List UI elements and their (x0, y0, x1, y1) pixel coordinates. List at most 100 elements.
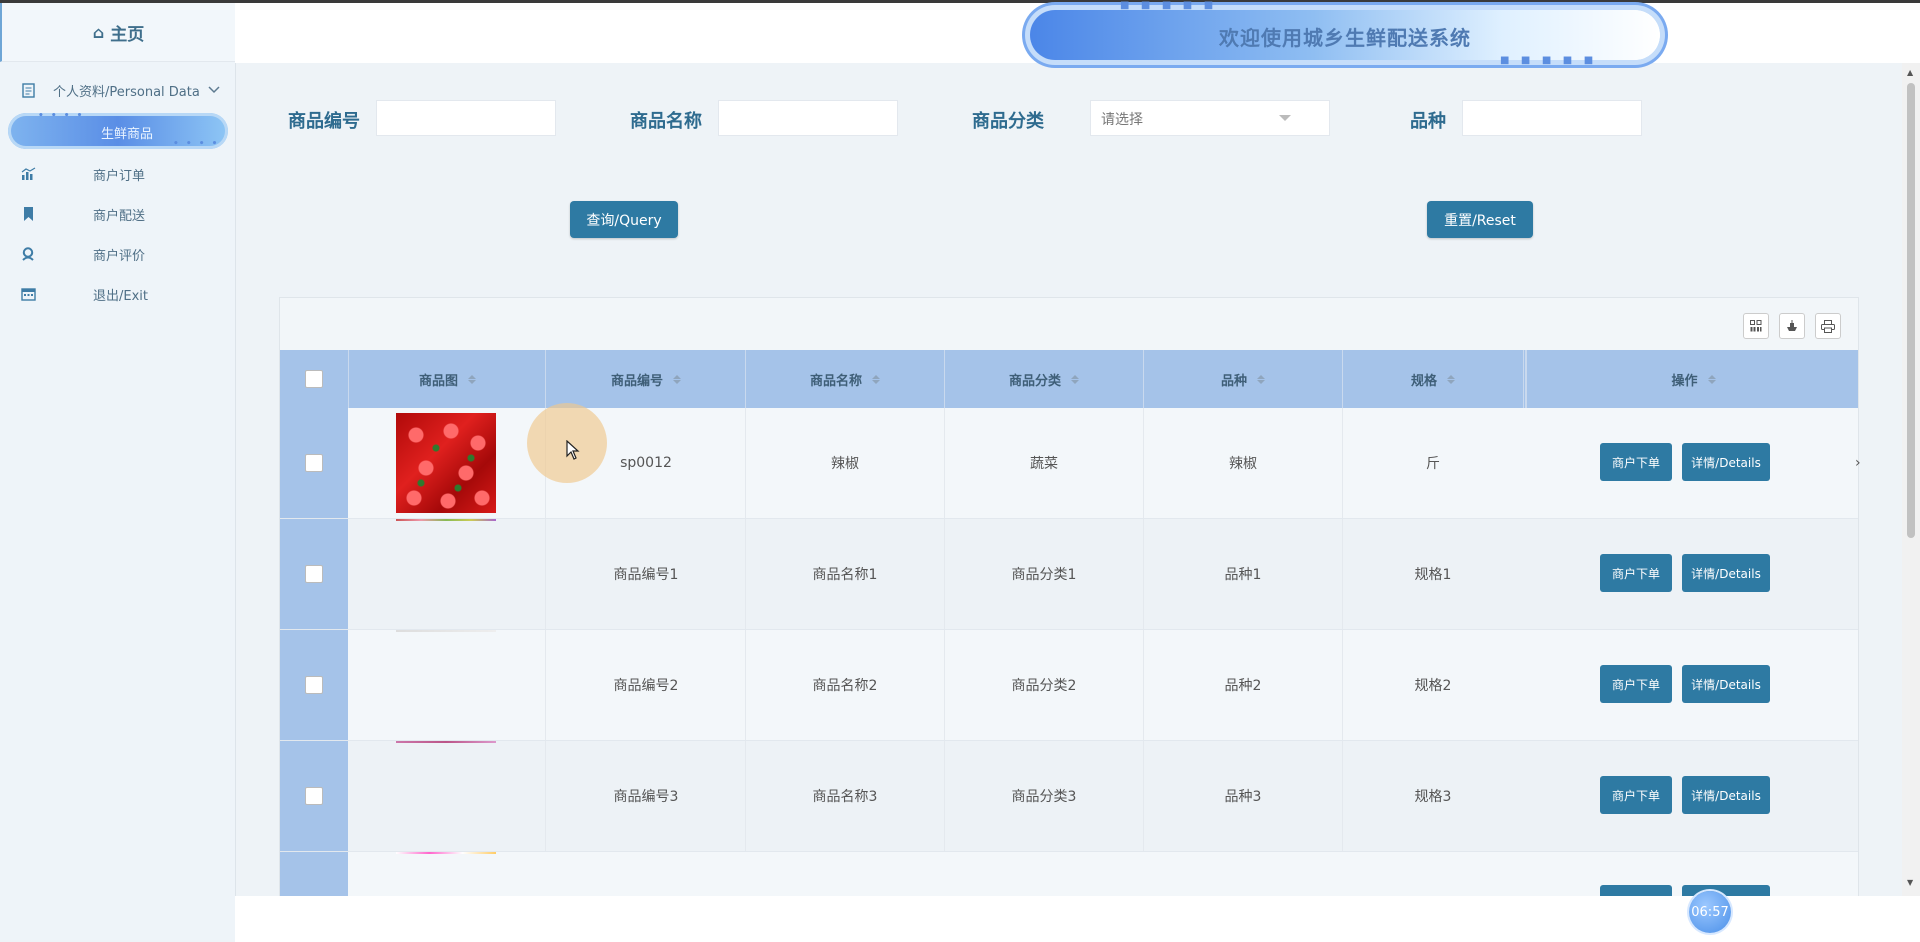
details-button[interactable]: 详情/Details (1682, 776, 1770, 814)
code-input[interactable] (376, 100, 556, 136)
product-image[interactable] (396, 852, 496, 854)
home-label: 主页 (110, 24, 145, 45)
sidebar-item-label: 个人资料/Personal Data (53, 84, 200, 100)
code-label: 商品编号 (288, 111, 360, 132)
sort-icon (1707, 374, 1716, 384)
sort-icon (1257, 374, 1265, 384)
row-checkbox[interactable] (305, 676, 323, 694)
sidebar-item-exit[interactable]: 退出/Exit (0, 277, 235, 311)
export-icon[interactable] (1779, 313, 1805, 339)
column-header-label: 商品编号 (610, 373, 663, 389)
column-header-category[interactable]: 商品分类 (945, 350, 1144, 408)
sidebar-item-label: 生鲜商品 (101, 127, 154, 142)
table-row[interactable]: 商品编号2 商品名称2 商品分类2 品种2 规格2 商户下单 详情/Detail… (280, 630, 1858, 741)
product-image-peppers[interactable] (396, 413, 496, 513)
sort-icon (468, 374, 476, 384)
column-header-label: 商品名称 (809, 373, 862, 389)
sidebar-item-merchant-reviews[interactable]: 商户评价 (0, 237, 235, 271)
column-header-code[interactable]: 商品编号 (547, 350, 746, 408)
order-button[interactable]: 商户下单 (1600, 776, 1672, 814)
variety-input[interactable] (1462, 100, 1642, 136)
user-badge-icon (20, 246, 36, 262)
category-select[interactable]: 请选择 (1090, 100, 1330, 136)
order-button[interactable]: 商户下单 (1600, 554, 1672, 592)
sort-icon (1071, 374, 1079, 384)
decorative-dots: ■ ■ ■ ■ ■ (1500, 55, 1598, 66)
column-header-name[interactable]: 商品名称 (746, 350, 945, 408)
product-variety: 品种2 (1224, 678, 1262, 694)
bookmark-icon (20, 206, 36, 222)
table-row[interactable] (280, 852, 1858, 898)
row-select-cell (280, 408, 348, 518)
sidebar-item-label: 退出/Exit (93, 288, 148, 304)
category-label: 商品分类 (972, 111, 1044, 132)
row-checkbox[interactable] (305, 787, 323, 805)
order-button[interactable]: 商户下单 (1600, 443, 1672, 481)
product-category: 商品分类1 (1011, 567, 1077, 583)
table-row[interactable]: 商品编号1 商品名称1 商品分类1 品种1 规格1 商户下单 详情/Detail… (280, 519, 1858, 630)
details-button[interactable]: 详情/Details (1682, 665, 1770, 703)
product-image[interactable] (396, 741, 496, 743)
product-name: 商品名称1 (812, 567, 878, 583)
clock-widget[interactable]: 06:57 (1689, 891, 1731, 933)
order-button[interactable]: 商户下单 (1600, 665, 1672, 703)
column-header-spec[interactable]: 规格 (1343, 350, 1524, 408)
sidebar-item-label: 商户评价 (93, 248, 146, 264)
product-category: 蔬菜 (1030, 456, 1058, 472)
goods-table: 商品图 商品编号 商品名称 商品分类 品种 规格 操作 sp0012 辣椒 蔬菜… (279, 297, 1859, 899)
scrollbar-thumb[interactable] (1907, 83, 1915, 538)
name-input[interactable] (718, 100, 898, 136)
scroll-up-icon[interactable]: ▲ (1907, 68, 1913, 77)
product-name: 商品名称2 (812, 678, 878, 694)
product-variety: 品种1 (1224, 567, 1262, 583)
product-variety: 辣椒 (1229, 456, 1257, 472)
product-code: 商品编号2 (613, 678, 679, 694)
sidebar-item-fresh-goods[interactable]: • • • • 生鲜商品 • • • • (8, 111, 228, 149)
select-all-cell (280, 350, 349, 408)
sidebar-item-merchant-orders[interactable]: 商户订单 (0, 157, 235, 191)
reset-button[interactable]: 重置/Reset (1427, 201, 1533, 238)
query-button[interactable]: 查询/Query (570, 201, 678, 238)
product-spec: 规格1 (1414, 567, 1452, 583)
title-banner: ■ ■ ■ ■ ■ 欢迎使用城乡生鲜配送系统 ■ ■ ■ ■ ■ (1030, 0, 1660, 66)
sort-icon (673, 374, 681, 384)
row-checkbox[interactable] (305, 454, 323, 472)
column-header-image[interactable]: 商品图 (350, 350, 546, 408)
dropdown-caret-icon (1279, 115, 1291, 121)
vertical-scrollbar[interactable]: ▲ ▼ (1902, 63, 1920, 896)
row-select-cell (280, 852, 348, 898)
home-link[interactable]: ⌂ 主页 (0, 3, 235, 62)
scroll-down-icon[interactable]: ▼ (1907, 878, 1913, 887)
details-button[interactable]: 详情/Details (1682, 554, 1770, 592)
details-button[interactable]: 详情/Details (1682, 443, 1770, 481)
sidebar: ⌂ 主页 个人资料/Personal Data • • • • 生鲜商品 • •… (0, 3, 236, 940)
document-icon (20, 82, 36, 98)
row-checkbox[interactable] (305, 565, 323, 583)
column-header-label: 商品分类 (1008, 373, 1061, 389)
print-icon[interactable] (1815, 313, 1841, 339)
table-row[interactable]: sp0012 辣椒 蔬菜 辣椒 斤 商户下单 详情/Details (280, 408, 1858, 519)
decorative-dots: ■ ■ ■ ■ ■ (1120, 0, 1218, 11)
column-header-actions[interactable]: 操作 (1525, 350, 1858, 408)
variety-label: 品种 (1410, 111, 1446, 132)
sidebar-item-merchant-delivery[interactable]: 商户配送 (0, 197, 235, 231)
select-all-checkbox[interactable] (305, 370, 323, 388)
sidebar-item-label: 商户订单 (93, 168, 146, 184)
column-header-variety[interactable]: 品种 (1144, 350, 1343, 408)
category-placeholder: 请选择 (1101, 112, 1143, 128)
decorative-dots: • • • • (38, 111, 85, 121)
table-row[interactable]: 商品编号3 商品名称3 商品分类3 品种3 规格3 商户下单 详情/Detail… (280, 741, 1858, 852)
row-select-cell (280, 519, 348, 629)
product-spec: 斤 (1426, 456, 1440, 472)
product-image[interactable] (396, 519, 496, 521)
product-category: 商品分类3 (1011, 789, 1077, 805)
product-image[interactable] (396, 630, 496, 632)
column-header-label: 商品图 (418, 373, 458, 389)
name-label: 商品名称 (630, 111, 702, 132)
row-select-cell (280, 741, 348, 851)
columns-icon[interactable] (1743, 313, 1769, 339)
header: ■ ■ ■ ■ ■ 欢迎使用城乡生鲜配送系统 ■ ■ ■ ■ ■ (235, 0, 1920, 66)
product-name: 商品名称3 (812, 789, 878, 805)
page-title: 欢迎使用城乡生鲜配送系统 (1219, 26, 1471, 50)
sidebar-item-personal-data[interactable]: 个人资料/Personal Data (0, 73, 235, 107)
